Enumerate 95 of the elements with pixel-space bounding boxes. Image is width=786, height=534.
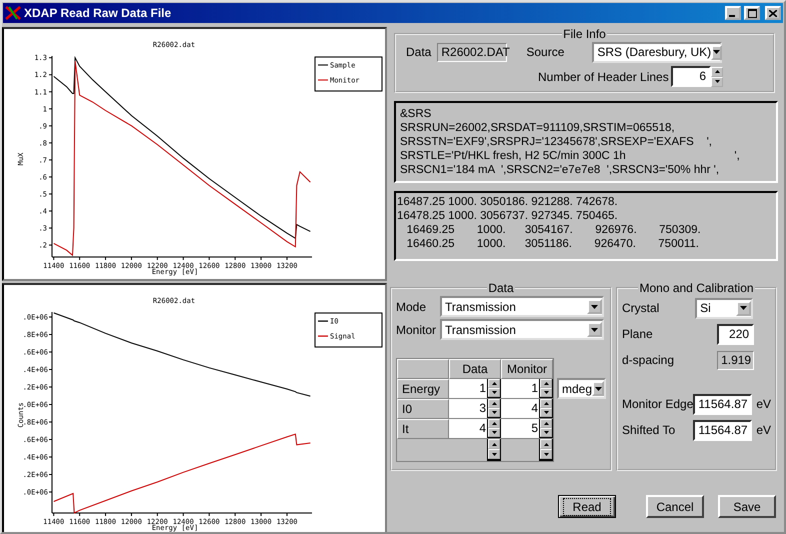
crystal-dropdown[interactable]: Si bbox=[695, 298, 754, 318]
spin-down-button[interactable] bbox=[711, 76, 723, 86]
spin-up-button[interactable] bbox=[488, 399, 500, 408]
arrow-down-icon bbox=[492, 452, 496, 456]
arrow-down-icon bbox=[544, 452, 548, 456]
grid-corner-cell bbox=[397, 359, 449, 379]
spin-down-button[interactable] bbox=[540, 449, 552, 459]
data-line-text: 16460.25 1000. 3051186. 926470. 750011. bbox=[406, 237, 700, 251]
header-line: SRSTLE='Pt/HKL fresh, H2 5C/min 300C 1h ', bbox=[400, 149, 741, 163]
arrow-down-icon bbox=[492, 391, 496, 394]
row-header[interactable]: It bbox=[397, 419, 449, 439]
spin-down-button[interactable] bbox=[488, 449, 500, 459]
data-line-text: 16487.25 1000. 3050186. 921288. 742678. bbox=[397, 195, 619, 209]
mode-dropdown[interactable]: Transmission bbox=[440, 296, 604, 317]
spin-up-button[interactable] bbox=[711, 66, 723, 76]
spin-down-button[interactable] bbox=[488, 428, 500, 437]
monitor-dropdown[interactable]: Transmission bbox=[440, 319, 604, 340]
header-lines-field[interactable]: 6 bbox=[671, 66, 711, 87]
caret-down-icon bbox=[587, 299, 602, 314]
spin-down-button[interactable] bbox=[540, 408, 552, 417]
group-title: File Info bbox=[562, 27, 607, 41]
unit-label: eV bbox=[756, 397, 772, 411]
monitor-label: Monitor bbox=[396, 322, 438, 336]
arrow-up-icon bbox=[492, 442, 496, 446]
arrow-up-icon bbox=[544, 382, 548, 385]
mode-label: Mode bbox=[396, 300, 428, 314]
spin-up-button[interactable] bbox=[488, 379, 500, 388]
caret-down-icon bbox=[736, 300, 752, 316]
row-header[interactable]: Energy bbox=[397, 379, 449, 399]
legend-box bbox=[314, 312, 382, 348]
column-header: Data bbox=[449, 359, 501, 379]
unit-label: eV bbox=[756, 423, 772, 437]
shifted-to-label: Shifted To bbox=[622, 423, 676, 437]
minimize-button[interactable] bbox=[725, 6, 741, 20]
caret-down-icon bbox=[587, 322, 602, 337]
legend-line bbox=[318, 64, 328, 66]
arrow-up-icon bbox=[544, 442, 548, 446]
shifted-to-field[interactable]: 11564.87 bbox=[693, 420, 752, 440]
arrow-down-icon bbox=[714, 80, 720, 83]
close-icon bbox=[769, 10, 777, 16]
plane-label: Plane bbox=[622, 327, 653, 341]
row-header[interactable]: I0 bbox=[397, 399, 449, 419]
arrow-up-icon bbox=[544, 422, 548, 425]
caret-down-icon bbox=[592, 381, 604, 396]
column-header: Monitor bbox=[501, 359, 553, 379]
data-line-text: 16469.25 1000. 3054167. 926976. 750309. bbox=[406, 223, 702, 237]
maximize-button[interactable] bbox=[744, 6, 760, 20]
monitor-edge-field[interactable]: 11564.87 bbox=[693, 394, 752, 414]
header-lines-label: Number of Header Lines bbox=[538, 70, 670, 84]
spin-up-button[interactable] bbox=[540, 439, 552, 449]
header-line: SRSCN1='184 mA ',SRSCN2='e7e7e8 ',SRSCN3='50% hhr ', bbox=[400, 163, 720, 177]
header-line: &SRS bbox=[400, 107, 432, 121]
arrow-down-icon bbox=[544, 431, 548, 434]
arrow-up-icon bbox=[492, 422, 496, 425]
spin-up-button[interactable] bbox=[540, 399, 552, 408]
maximize-icon bbox=[748, 8, 756, 18]
unit-dropdown[interactable]: mdeg bbox=[557, 378, 606, 399]
app-logo-icon bbox=[5, 6, 21, 20]
window-title: XDAP Read Raw Data File bbox=[24, 6, 172, 20]
dialog-button[interactable]: Save bbox=[718, 495, 776, 518]
arrow-down-icon bbox=[544, 391, 548, 394]
arrow-up-icon bbox=[544, 402, 548, 405]
arrow-up-icon bbox=[492, 402, 496, 405]
arrow-up-icon bbox=[492, 382, 496, 385]
close-button[interactable] bbox=[765, 6, 781, 20]
dialog-button[interactable]: Cancel bbox=[646, 495, 704, 518]
source-dropdown[interactable]: SRS (Daresbury, UK) bbox=[592, 42, 722, 62]
group-title: Data bbox=[487, 281, 515, 295]
arrow-down-icon bbox=[492, 431, 496, 434]
plane-field[interactable]: 220 bbox=[717, 324, 754, 344]
data-label: Data bbox=[406, 45, 432, 59]
group-title: Mono and Calibration bbox=[638, 281, 755, 295]
arrow-up-icon bbox=[714, 70, 720, 73]
spin-up-button[interactable] bbox=[540, 419, 552, 428]
monitor-edge-label: Monitor Edge bbox=[622, 397, 694, 411]
dialog-button[interactable]: Read bbox=[558, 495, 616, 518]
spin-down-button[interactable] bbox=[540, 388, 552, 397]
d-spacing-label: d-spacing bbox=[622, 353, 674, 367]
crystal-label: Crystal bbox=[622, 301, 660, 315]
spin-down-button[interactable] bbox=[488, 408, 500, 417]
arrow-down-icon bbox=[544, 411, 548, 414]
legend-box bbox=[314, 56, 382, 92]
arrow-down-icon bbox=[492, 411, 496, 414]
spin-up-button[interactable] bbox=[488, 419, 500, 428]
spin-down-button[interactable] bbox=[540, 428, 552, 437]
data-line-text: 16478.25 1000. 3056737. 927345. 750465. bbox=[397, 209, 619, 223]
spin-up-button[interactable] bbox=[488, 439, 500, 449]
header-line: SRSSTN='EXF9',SRSPRJ='12345678',SRSEXP='EXAFS ', bbox=[400, 135, 713, 149]
spin-down-button[interactable] bbox=[488, 388, 500, 397]
spin-up-button[interactable] bbox=[540, 379, 552, 388]
caret-down-icon bbox=[711, 44, 722, 60]
file-name-field: R26002.DAT bbox=[437, 42, 508, 62]
header-line: SRSRUN=26002,SRSDAT=911109,SRSTIM=065518, bbox=[400, 121, 676, 135]
d-spacing-field: 1.919 bbox=[717, 350, 754, 370]
source-label: Source bbox=[526, 45, 566, 59]
